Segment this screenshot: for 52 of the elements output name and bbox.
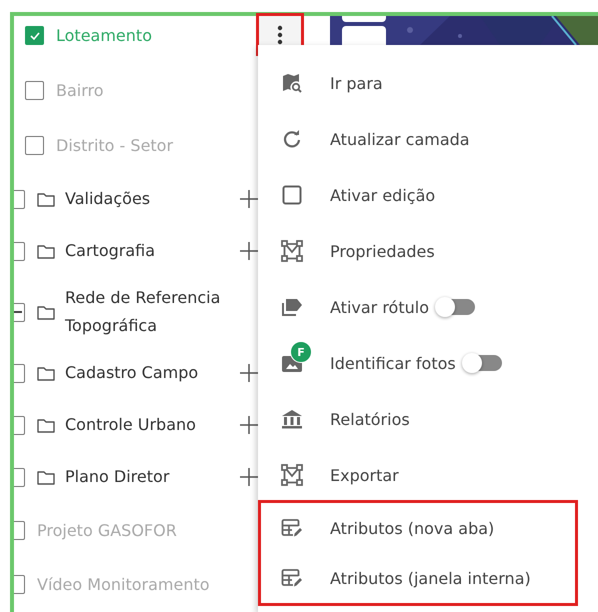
folder-icon bbox=[37, 304, 55, 320]
checkbox[interactable] bbox=[14, 416, 25, 434]
checkbox[interactable] bbox=[25, 81, 44, 100]
checkbox[interactable] bbox=[14, 242, 25, 260]
label-icon bbox=[281, 297, 303, 317]
checkbox[interactable] bbox=[25, 136, 44, 155]
folder-icon bbox=[37, 244, 55, 258]
folder-icon bbox=[37, 470, 55, 484]
polygon-nodes-icon bbox=[281, 240, 303, 262]
add-icon[interactable] bbox=[239, 241, 259, 261]
menu-item-label[interactable]: Relatórios bbox=[330, 410, 410, 428]
layer-name[interactable]: Rede de Referencia Topográfica bbox=[65, 284, 239, 340]
add-icon[interactable] bbox=[239, 363, 259, 383]
add-icon[interactable] bbox=[239, 467, 259, 487]
layer-name[interactable]: Controle Urbano bbox=[65, 411, 239, 439]
layer-name[interactable]: Validações bbox=[65, 185, 239, 213]
folder-icon bbox=[37, 192, 55, 206]
map-search-icon bbox=[281, 72, 303, 94]
checkbox[interactable] bbox=[14, 364, 25, 382]
bank-icon bbox=[281, 409, 303, 429]
menu-item-label[interactable]: Ativar edição bbox=[330, 186, 436, 204]
polygon-nodes-icon bbox=[281, 464, 303, 486]
menu-item-label[interactable]: Identificar fotos bbox=[330, 354, 456, 372]
toggle-switch[interactable] bbox=[436, 299, 475, 315]
refresh-icon bbox=[282, 129, 302, 149]
checkbox-icon bbox=[282, 185, 302, 205]
checkbox[interactable] bbox=[14, 302, 25, 322]
table-edit-icon bbox=[281, 568, 303, 588]
add-icon[interactable] bbox=[239, 189, 259, 209]
checkbox[interactable] bbox=[14, 520, 25, 540]
checkmark-icon bbox=[28, 30, 40, 42]
checkbox[interactable] bbox=[14, 574, 25, 594]
layer-name[interactable]: Cadastro Campo bbox=[65, 359, 239, 387]
more-vertical-icon bbox=[277, 24, 283, 44]
layer-name[interactable]: Plano Diretor bbox=[65, 463, 239, 491]
menu-item-label[interactable]: Atributos (nova aba) bbox=[330, 518, 494, 538]
checkbox[interactable] bbox=[14, 190, 25, 208]
folder-icon bbox=[37, 366, 55, 380]
menu-item-label[interactable]: Propriedades bbox=[330, 242, 435, 260]
menu-item-label[interactable]: Ir para bbox=[330, 74, 383, 92]
menu-item-label[interactable]: Atributos (janela interna) bbox=[330, 568, 531, 588]
table-edit-icon bbox=[281, 518, 303, 538]
add-icon[interactable] bbox=[239, 415, 259, 435]
layer-name[interactable]: Cartografia bbox=[65, 237, 239, 265]
folder-icon bbox=[37, 418, 55, 432]
toggle-switch[interactable] bbox=[464, 355, 502, 371]
menu-item-label[interactable]: Exportar bbox=[330, 466, 399, 484]
checkbox[interactable] bbox=[14, 468, 25, 486]
menu-item-label[interactable]: Atualizar camada bbox=[330, 130, 470, 148]
menu-item-label[interactable]: Ativar rótulo bbox=[330, 298, 429, 316]
badge: F bbox=[290, 341, 312, 363]
checkbox[interactable] bbox=[25, 26, 44, 45]
